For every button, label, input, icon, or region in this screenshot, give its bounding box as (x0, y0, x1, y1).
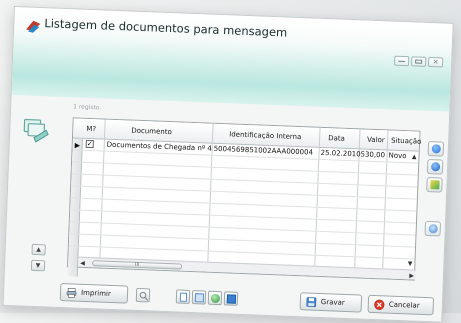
cell-valor[interactable]: 530,00 (360, 149, 385, 161)
column-header-situacao[interactable]: Situação (391, 131, 422, 152)
print-button[interactable]: Imprimir (59, 282, 129, 304)
hscroll-right-icon[interactable]: ▶ (409, 272, 414, 279)
view-grid-button[interactable] (191, 290, 207, 305)
info-button[interactable] (427, 140, 445, 157)
printer-icon (66, 287, 77, 298)
export-icon (226, 294, 237, 304)
close-button[interactable]: ✕ (427, 56, 444, 68)
add-icon (430, 162, 441, 172)
cancel-icon (374, 299, 385, 310)
documents-grid[interactable]: M? Documento Identificação Interna Data … (67, 117, 422, 281)
save-button[interactable]: Gravar (299, 292, 363, 313)
window-controls: ✕ (393, 55, 444, 68)
document-list-window: Listagem de documentos para mensagem ✕ 1… (2, 6, 454, 323)
cell-situacao[interactable]: Novo (388, 150, 406, 162)
horizontal-scrollbar[interactable]: ◀ III ▶ (78, 256, 417, 280)
app-icon (26, 20, 41, 33)
globe-icon (210, 293, 221, 304)
refresh-icon (428, 224, 438, 234)
edit-button[interactable] (426, 176, 443, 193)
column-header-m[interactable]: M? (86, 119, 97, 139)
current-row-arrow-icon: ▶ (74, 141, 81, 150)
vscroll-down-icon[interactable]: ▼ (408, 260, 413, 267)
record-count: 1 registo. (73, 103, 102, 112)
column-header-identificacao[interactable]: Identificação Interna (229, 124, 302, 147)
info-icon (431, 144, 441, 154)
export-button[interactable] (223, 291, 239, 306)
refresh-button[interactable] (424, 220, 442, 237)
move-down-button[interactable]: ▼ (30, 259, 46, 272)
move-up-button[interactable]: ▲ (31, 243, 46, 256)
view-list-button[interactable] (175, 289, 191, 304)
search-icon (139, 291, 149, 301)
maximize-button[interactable] (410, 56, 427, 67)
column-header-valor[interactable]: Valor (367, 130, 385, 151)
edit-icon (430, 180, 440, 190)
search-button[interactable] (135, 287, 151, 303)
globe-button[interactable] (207, 290, 223, 306)
column-header-documento[interactable]: Documento (131, 121, 172, 143)
print-label: Imprimir (80, 288, 111, 298)
save-label: Gravar (320, 298, 345, 307)
row-checkbox[interactable]: ✓ (85, 139, 94, 149)
hscroll-left-icon[interactable]: ◀ (80, 260, 85, 267)
cancel-button[interactable]: Cancelar (367, 294, 435, 316)
save-icon (306, 296, 317, 307)
add-button[interactable] (426, 158, 444, 175)
document-icon (179, 292, 188, 302)
column-header-data[interactable]: Data (328, 128, 345, 149)
hscroll-thumb[interactable]: III (92, 260, 183, 270)
grid-icon (194, 293, 205, 303)
window-title: Listagem de documentos para mensagem (44, 16, 288, 40)
cancel-label: Cancelar (388, 300, 420, 310)
title-bar: Listagem de documentos para mensagem ✕ (11, 7, 453, 112)
minimize-button[interactable] (393, 55, 410, 67)
cell-data[interactable]: 25.02.2010 (320, 148, 360, 161)
vscroll-up-icon[interactable]: ▲ (412, 153, 417, 160)
document-stack-icon (23, 118, 49, 143)
